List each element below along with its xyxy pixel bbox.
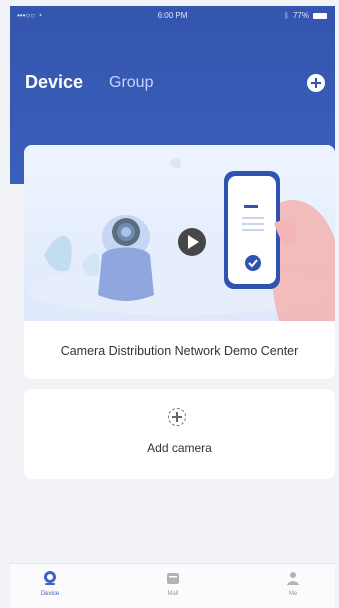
camera-icon-svg xyxy=(44,571,56,585)
dashed-plus-icon xyxy=(168,408,186,426)
play-icon xyxy=(178,228,206,256)
demo-illustration xyxy=(24,145,335,321)
camera-icon xyxy=(42,570,58,586)
tab-device[interactable]: Device xyxy=(25,72,83,93)
nav-label-device: Device xyxy=(40,591,60,597)
nav-item-device[interactable]: Device xyxy=(20,570,80,597)
bluetooth-icon: ᛒ xyxy=(284,11,289,20)
add-device-plus-icon[interactable] xyxy=(307,74,325,92)
status-bar: •••○○ ◔ 6:00 PM ᛒ 77% xyxy=(10,6,335,26)
user-icon xyxy=(285,570,301,586)
battery-icon xyxy=(313,12,327,19)
camera-illustration xyxy=(98,215,154,301)
shop-icon xyxy=(165,570,181,586)
user-icon-svg xyxy=(287,572,299,585)
shop-icon-svg xyxy=(167,573,179,584)
battery-percent: 77% xyxy=(292,11,309,20)
tab-group[interactable]: Group xyxy=(109,74,153,92)
title-row: Device Group xyxy=(10,72,335,106)
nav-item-me[interactable]: Me xyxy=(263,570,323,597)
demo-center-card[interactable]: Camera Distribution Network Demo Center xyxy=(24,145,335,379)
nav-label-mall: Mall xyxy=(167,591,179,597)
add-camera-card[interactable]: Add camera xyxy=(24,389,335,479)
nav-label-me: Me xyxy=(288,591,298,597)
bottom-navigation: Device Mall Me xyxy=(10,563,335,608)
nav-item-mall[interactable]: Mall xyxy=(143,570,203,597)
status-right: ᛒ 77% xyxy=(284,11,327,20)
demo-illustration-svg xyxy=(29,158,335,321)
app-screen: •••○○ ◔ 6:00 PM ᛒ 77% Device Group Camer… xyxy=(10,6,335,608)
add-camera-label: Add camera xyxy=(147,441,212,455)
demo-center-title: Camera Distribution Network Demo Center xyxy=(60,344,299,358)
